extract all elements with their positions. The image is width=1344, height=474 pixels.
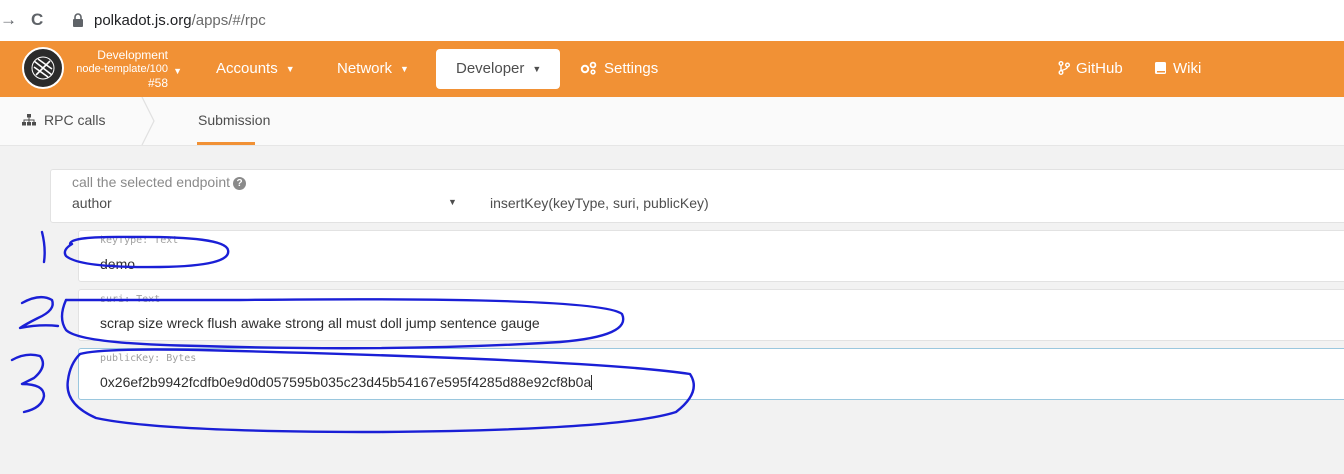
endpoint-label: call the selected endpoint? — [72, 174, 246, 190]
method-dropdown[interactable]: insertKey(keyType, suri, publicKey) — [490, 195, 709, 211]
tab-rpc-calls-label: RPC calls — [44, 112, 106, 128]
chevron-down-icon: ▼ — [173, 66, 182, 76]
runtime-version: node-template/100 — [76, 63, 168, 75]
field-label: keyType: Text — [100, 235, 179, 246]
browser-toolbar: → C polkadot.js.org/apps/#/rpc — [0, 0, 1344, 42]
publickey-input[interactable]: 0x26ef2b9942fcdfb0e9d0d057595b035c23d45b… — [100, 374, 593, 390]
keytype-field[interactable]: keyType: Text demo — [78, 230, 1344, 282]
annotation-number-1 — [40, 230, 46, 264]
suri-input[interactable]: scrap size wreck flush awake strong all … — [100, 315, 540, 331]
lock-icon — [73, 13, 83, 27]
address-bar[interactable]: polkadot.js.org/apps/#/rpc — [94, 12, 266, 29]
tab-submission[interactable]: Submission — [198, 97, 270, 145]
chevron-down-icon: ▼ — [400, 64, 409, 74]
tab-bar: RPC calls Submission — [0, 97, 1344, 146]
git-branch-icon — [1058, 61, 1070, 75]
tab-rpc-calls[interactable]: RPC calls — [22, 97, 105, 145]
block-number: #58 — [147, 76, 168, 90]
reload-icon[interactable]: C — [31, 10, 43, 30]
active-tab-indicator — [197, 142, 255, 145]
app-header: Development node-template/100 #58 ▼ Acco… — [0, 41, 1344, 97]
menu-developer-label: Developer — [456, 60, 525, 77]
polkadot-logo-icon — [31, 56, 55, 80]
chevron-down-icon[interactable]: ▼ — [448, 197, 457, 207]
menu-developer[interactable]: Developer ▼ — [436, 49, 560, 89]
tab-submission-label: Submission — [198, 112, 271, 128]
breadcrumb-separator — [141, 97, 155, 145]
wiki-label: Wiki — [1173, 60, 1202, 77]
field-label: publicKey: Bytes — [100, 353, 197, 364]
menu-settings[interactable]: Settings — [580, 41, 658, 97]
network-icon — [22, 114, 36, 126]
annotation-number-2 — [18, 295, 60, 330]
gears-icon — [580, 61, 597, 75]
menu-settings-label: Settings — [604, 60, 659, 77]
chain-logo[interactable] — [22, 47, 64, 89]
chevron-down-icon: ▼ — [532, 64, 542, 74]
book-icon — [1155, 62, 1166, 74]
menu-network-label: Network — [337, 60, 393, 77]
endpoint-selector: call the selected endpoint? author ▼ ins… — [50, 169, 1344, 223]
menu-accounts-label: Accounts — [216, 60, 278, 77]
annotation-number-3 — [10, 353, 46, 414]
section-dropdown[interactable]: author — [72, 195, 112, 211]
url-host: polkadot.js.org — [94, 12, 192, 29]
publickey-field[interactable]: publicKey: Bytes 0x26ef2b9942fcdfb0e9d0d… — [78, 348, 1344, 400]
menu-accounts[interactable]: Accounts ▼ — [216, 41, 295, 97]
help-icon[interactable]: ? — [233, 177, 246, 190]
menu-network[interactable]: Network ▼ — [337, 41, 409, 97]
text-cursor — [591, 375, 593, 390]
chevron-down-icon: ▼ — [285, 64, 295, 74]
url-path: /apps/#/rpc — [191, 12, 266, 29]
field-label: suri: Text — [100, 294, 161, 305]
back-arrow-icon[interactable]: → — [0, 10, 17, 30]
wiki-link[interactable]: Wiki — [1154, 41, 1201, 97]
github-link[interactable]: GitHub — [1058, 41, 1123, 97]
suri-field[interactable]: suri: Text scrap size wreck flush awake … — [78, 289, 1344, 341]
keytype-input[interactable]: demo — [100, 256, 135, 272]
github-label: GitHub — [1076, 60, 1123, 77]
chain-name: Development — [97, 48, 168, 62]
